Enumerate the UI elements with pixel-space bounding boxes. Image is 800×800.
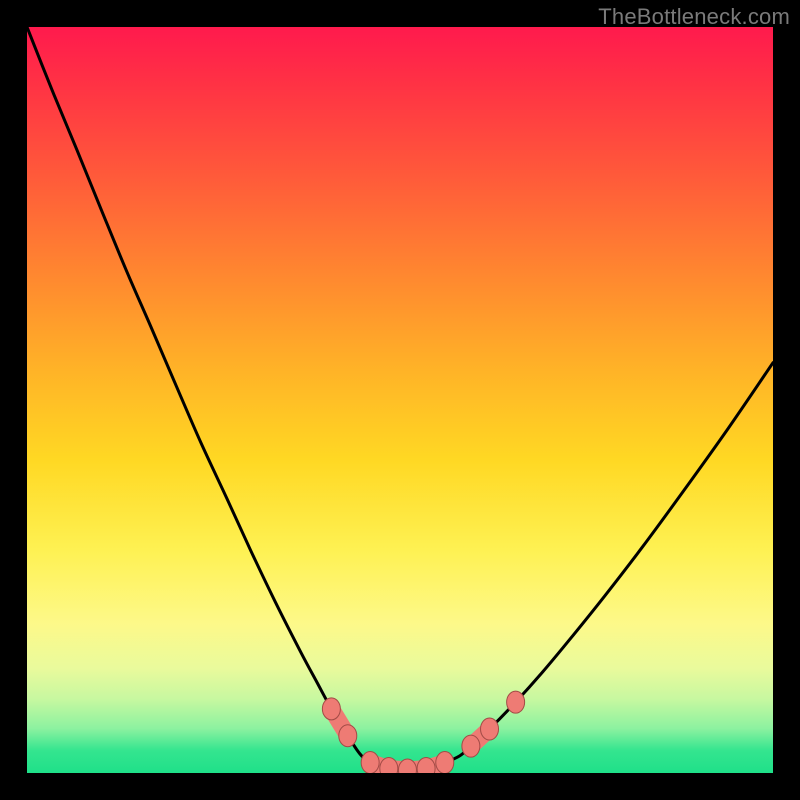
bottleneck-curve — [27, 27, 773, 770]
data-marker — [436, 752, 454, 773]
data-marker — [339, 725, 357, 747]
data-marker — [322, 698, 340, 720]
plot-area — [27, 27, 773, 773]
data-marker — [462, 735, 480, 757]
data-marker — [361, 752, 379, 773]
data-marker — [507, 691, 525, 713]
chart-svg — [27, 27, 773, 773]
data-marker — [481, 718, 499, 740]
chart-frame: TheBottleneck.com — [0, 0, 800, 800]
watermark-text: TheBottleneck.com — [598, 4, 790, 30]
